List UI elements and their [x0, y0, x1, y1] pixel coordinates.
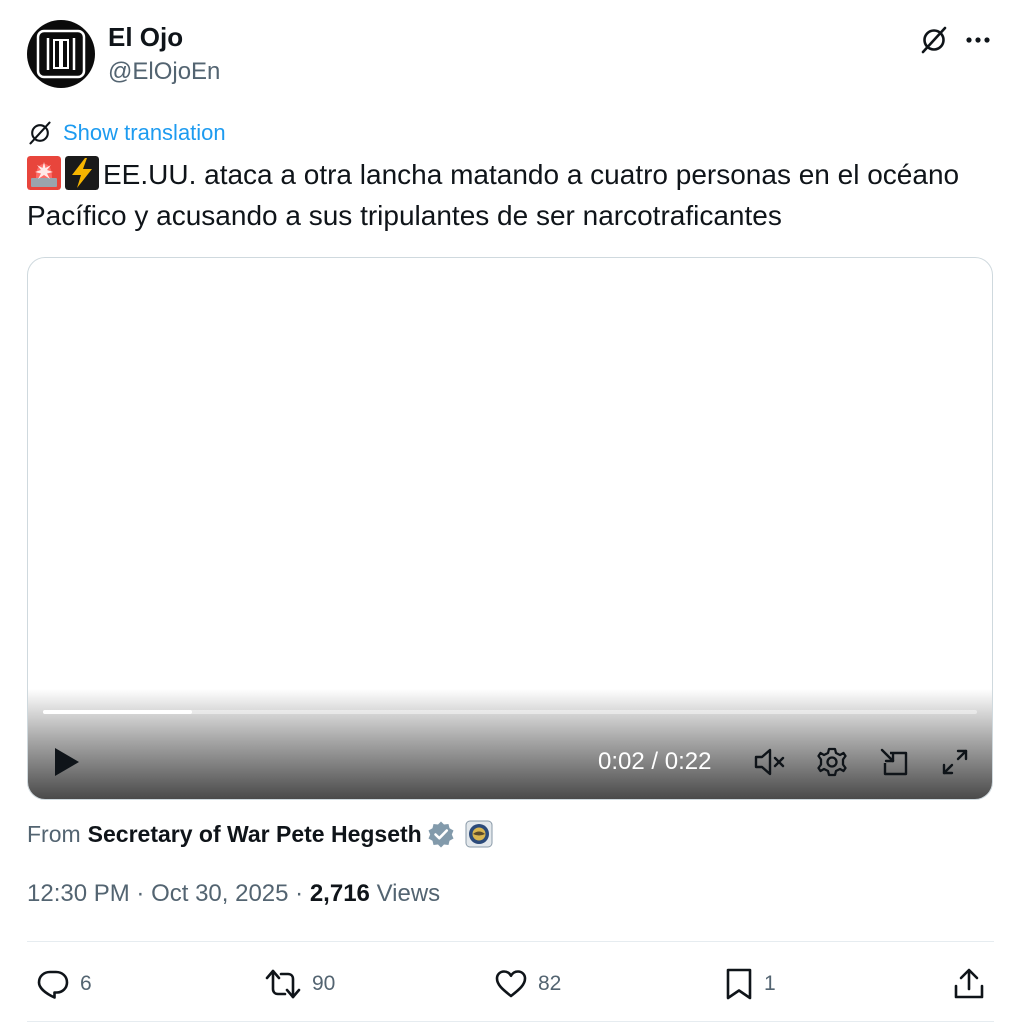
like-button[interactable]: 82: [494, 964, 561, 1004]
video-time: 0:02 / 0:22: [598, 748, 712, 775]
police-light-icon: [27, 156, 61, 190]
bookmark-count: 1: [764, 972, 776, 995]
heart-icon: [495, 970, 527, 998]
video-progress-bar[interactable]: [43, 710, 977, 714]
translation-row: Show translation: [27, 118, 226, 148]
video-controls-gradient: [28, 689, 992, 799]
translate-small-icon: [29, 121, 51, 145]
eye-logo-icon: [36, 29, 86, 79]
reply-button[interactable]: 6: [36, 964, 92, 1004]
tweet-text: EE.UU. ataca a otra lancha matando a cua…: [27, 159, 960, 231]
repost-button[interactable]: 90: [264, 964, 335, 1004]
views-count: 2,716: [309, 880, 370, 907]
from-label: From: [27, 820, 81, 847]
reply-count: 6: [80, 972, 92, 995]
source-name[interactable]: Secretary of War Pete Hegseth: [88, 821, 422, 848]
translate-icon[interactable]: [918, 24, 950, 56]
divider-top: [27, 941, 994, 942]
video-player[interactable]: 0:02 / 0:22: [27, 257, 993, 800]
mute-icon[interactable]: [753, 745, 787, 779]
pip-icon[interactable]: [878, 745, 912, 779]
tweet-meta: 12:30 PM · Oct 30, 2025 · 2,716 Views: [27, 880, 441, 907]
verified-badge-icon: [428, 821, 454, 848]
more-icon[interactable]: [962, 24, 994, 56]
play-icon[interactable]: [50, 745, 82, 779]
source-attribution: From Secretary of War Pete Hegseth: [27, 817, 493, 851]
fullscreen-icon[interactable]: [938, 745, 972, 779]
tweet-time[interactable]: 12:30 PM: [27, 880, 130, 907]
repost-count: 90: [312, 972, 336, 995]
settings-icon[interactable]: [815, 745, 849, 779]
views-label: Views: [376, 880, 441, 907]
tweet-text-block: EE.UU. ataca a otra lancha matando a cua…: [27, 154, 987, 236]
divider-bottom: [27, 1021, 994, 1022]
like-count: 82: [538, 972, 562, 995]
share-icon: [954, 968, 984, 999]
repost-icon: [265, 969, 301, 999]
affiliate-seal-icon[interactable]: [465, 820, 493, 848]
share-button[interactable]: [952, 964, 986, 1004]
author-handle[interactable]: @ElOjoEn: [108, 58, 220, 86]
tweet-date[interactable]: Oct 30, 2025: [151, 880, 288, 907]
video-progress-fill: [43, 710, 193, 714]
bookmark-button[interactable]: 1: [724, 964, 776, 1004]
lightning-icon: [65, 156, 99, 190]
show-translation-link[interactable]: Show translation: [63, 120, 226, 146]
reply-icon: [37, 970, 69, 999]
avatar[interactable]: [27, 20, 95, 88]
author-name[interactable]: El Ojo: [108, 22, 183, 53]
bookmark-icon: [726, 968, 752, 1000]
